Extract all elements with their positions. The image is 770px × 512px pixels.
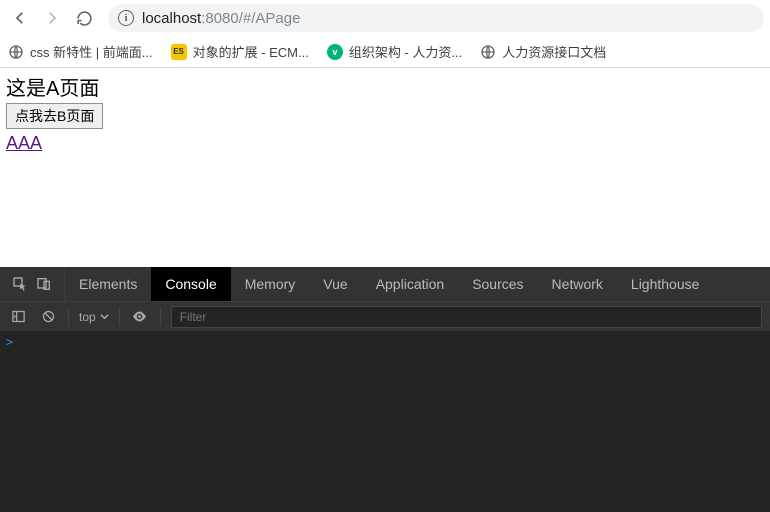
bookmark-item[interactable]: ES 对象的扩展 - ECM... [171,42,309,61]
separator [160,308,161,326]
bookmark-item[interactable]: v 组织架构 - 人力资... [327,42,462,61]
browser-toolbar: i localhost:8080/#/APage [0,0,770,36]
bookmarks-bar: css 新特性 | 前端面... ES 对象的扩展 - ECM... v 组织架… [0,36,770,68]
inspect-element-icon[interactable] [10,274,30,294]
context-selector[interactable]: top [79,310,109,324]
forward-button[interactable] [38,4,66,32]
separator [68,308,69,326]
tab-sources[interactable]: Sources [458,267,537,301]
tab-memory[interactable]: Memory [231,267,310,301]
console-output[interactable]: > [0,331,770,512]
bookmark-label: 组织架构 - 人力资... [349,42,462,61]
live-expression-icon[interactable] [130,307,150,327]
console-toolbar: top [0,301,770,331]
site-info-icon[interactable]: i [118,10,134,26]
console-filter-input[interactable] [171,306,762,328]
url-host: localhost [142,10,201,27]
console-prompt: > [6,335,13,349]
bookmark-label: 人力资源接口文档 [502,42,606,61]
separator [119,308,120,326]
bookmark-item[interactable]: css 新特性 | 前端面... [8,42,153,61]
back-button[interactable] [6,4,34,32]
link-aaa[interactable]: AAA [6,133,764,154]
reload-button[interactable] [70,4,98,32]
tab-lighthouse[interactable]: Lighthouse [617,267,714,301]
bookmark-label: css 新特性 | 前端面... [30,42,153,61]
globe-icon [480,44,496,60]
devtools-panel: Elements Console Memory Vue Application … [0,267,770,512]
page-content: 这是A页面 点我去B页面 AAA [0,68,770,158]
bookmark-item[interactable]: 人力资源接口文档 [480,42,606,61]
tab-elements[interactable]: Elements [65,267,151,301]
chevron-down-icon [100,312,109,321]
globe-icon [8,44,24,60]
tab-network[interactable]: Network [538,267,617,301]
devtools-tab-strip: Elements Console Memory Vue Application … [0,267,770,301]
tab-console[interactable]: Console [151,267,230,301]
goto-b-button[interactable]: 点我去B页面 [6,103,103,129]
favicon-es-icon: ES [171,44,187,60]
console-sidebar-toggle-icon[interactable] [8,307,28,327]
device-toolbar-icon[interactable] [34,274,54,294]
tab-vue[interactable]: Vue [309,267,361,301]
devtools-left-icons [0,267,65,301]
page-heading: 这是A页面 [6,72,764,101]
context-label: top [79,310,96,324]
favicon-v-icon: v [327,44,343,60]
tab-application[interactable]: Application [362,267,459,301]
bookmark-label: 对象的扩展 - ECM... [193,42,309,61]
clear-console-icon[interactable] [38,307,58,327]
url-text: localhost:8080/#/APage [142,10,300,27]
url-rest: :8080/#/APage [201,10,300,27]
address-bar[interactable]: i localhost:8080/#/APage [108,4,764,32]
